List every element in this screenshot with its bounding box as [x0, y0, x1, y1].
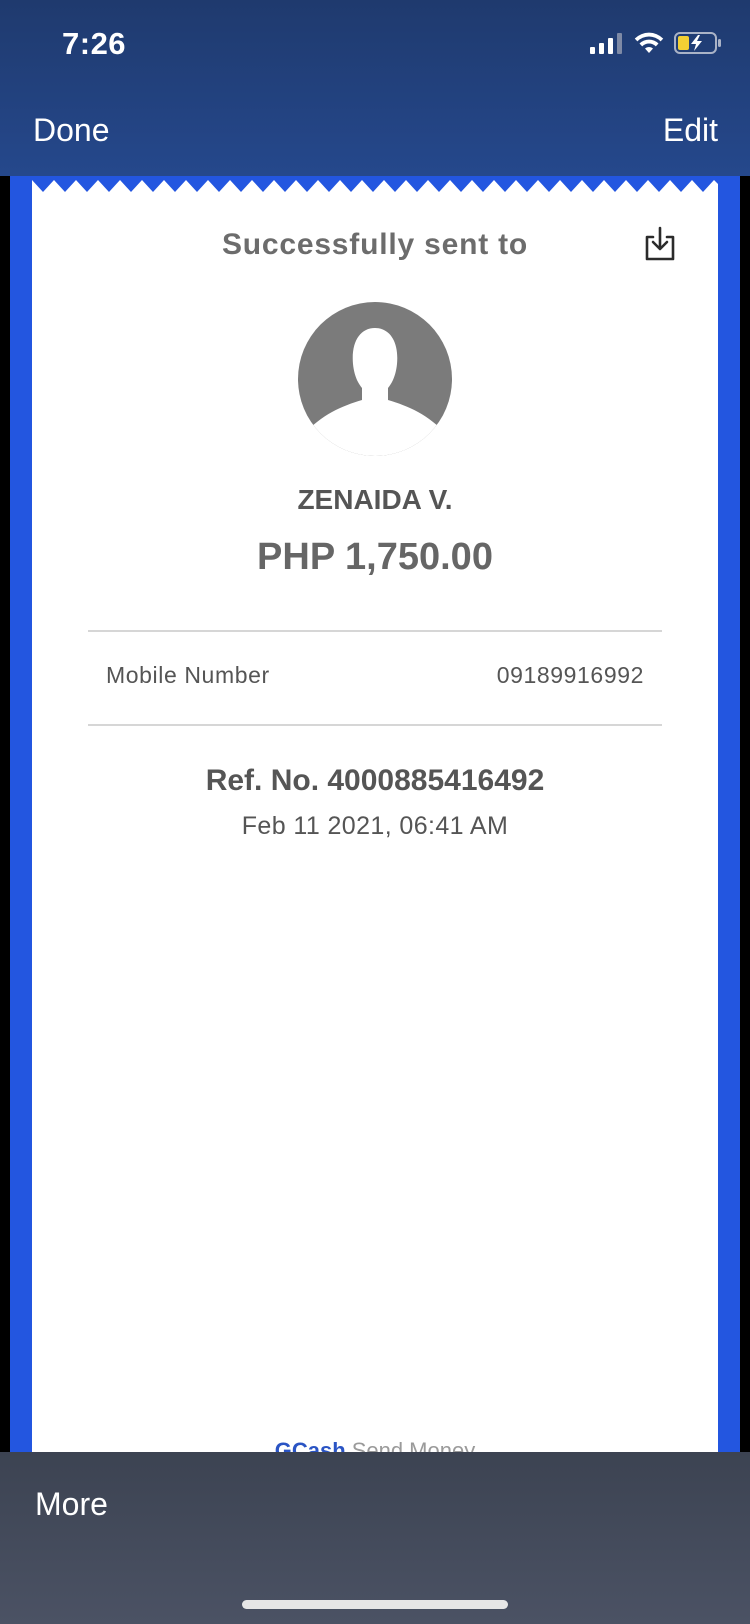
- receipt-zigzag-edge: [32, 176, 718, 192]
- wifi-icon: [634, 32, 664, 53]
- divider-bottom: [88, 724, 662, 726]
- status-icons: [590, 32, 722, 54]
- done-button[interactable]: Done: [33, 112, 110, 149]
- transaction-date: Feb 11 2021, 06:41 AM: [241, 812, 509, 840]
- download-icon[interactable]: [642, 226, 678, 262]
- status-time: 7:26: [62, 26, 127, 61]
- bottom-toolbar: More: [0, 1452, 750, 1624]
- amount-sent: PHP 1,750.00: [257, 536, 493, 578]
- divider-top: [88, 630, 662, 632]
- recipient-name: ZENAIDA V.: [297, 484, 453, 515]
- mobile-number-value: 09189916992: [496, 662, 644, 688]
- edit-button[interactable]: Edit: [663, 112, 718, 149]
- reference-number: Ref. No. 4000885416492: [205, 764, 545, 797]
- mobile-number-label: Mobile Number: [106, 662, 270, 688]
- gcash-logo-text: GCash: [274, 1438, 346, 1452]
- receipt-footer: GCash Send Money: [32, 1438, 718, 1452]
- signal-icon: [590, 33, 622, 54]
- battery-charging-icon: [674, 32, 721, 54]
- document-viewer[interactable]: Successfully sent to ZENAIDA V. PHP 1,75…: [0, 176, 750, 1452]
- top-bar: 7:26 Done Edit: [0, 0, 750, 176]
- receipt-title: Successfully sent to: [221, 228, 529, 261]
- more-button[interactable]: More: [35, 1486, 108, 1523]
- home-indicator[interactable]: [242, 1600, 508, 1609]
- footer-label: Send Money: [351, 1438, 476, 1452]
- user-placeholder-icon: [298, 302, 452, 456]
- receipt-card: Successfully sent to ZENAIDA V. PHP 1,75…: [32, 176, 718, 1452]
